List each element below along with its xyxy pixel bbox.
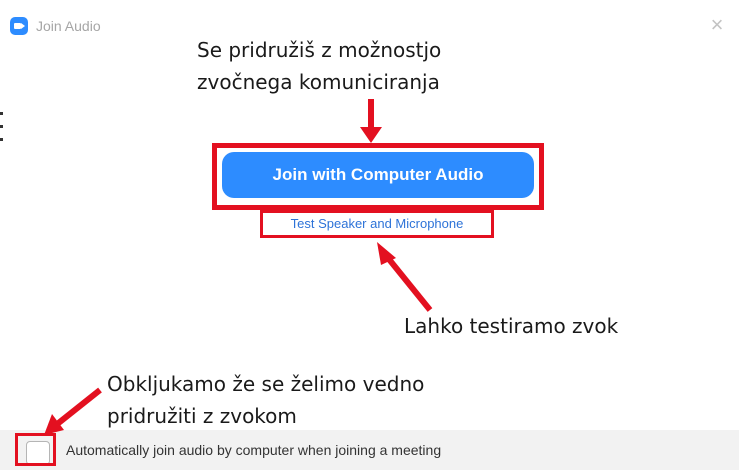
arrow-to-checkbox-icon — [44, 387, 102, 435]
arrow-to-test-link-icon — [377, 242, 433, 312]
arrow-to-join-button-icon — [360, 99, 382, 143]
annotation-arrows — [44, 99, 433, 435]
